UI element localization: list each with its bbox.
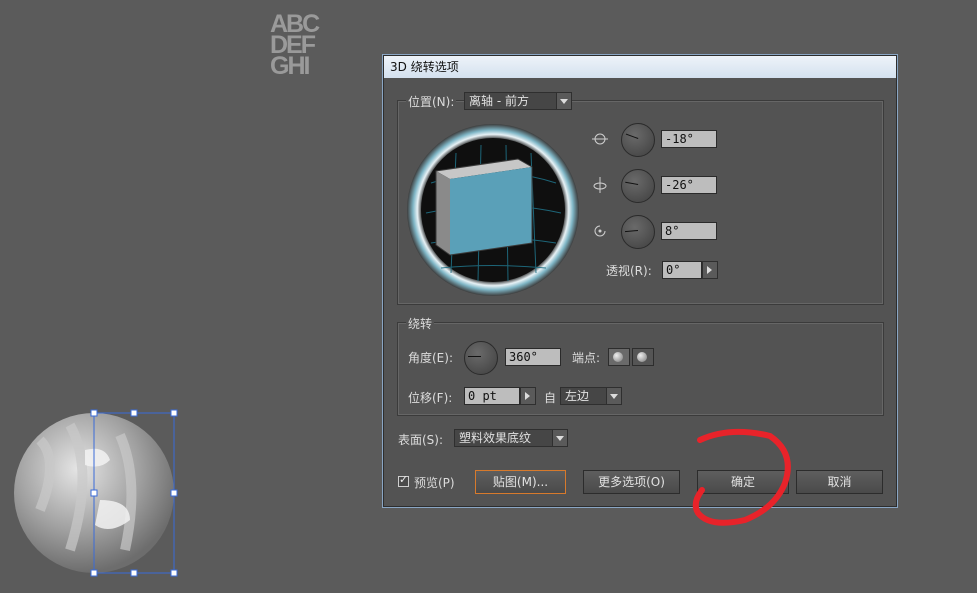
map-art-button[interactable]: 贴图(M)... (475, 470, 566, 494)
revolved-sphere-preview (14, 409, 178, 577)
dial-hand (625, 181, 639, 185)
from-select-value: 左边 (565, 389, 590, 403)
y-axis-rotation-icon (593, 177, 607, 193)
z-rotation-dial[interactable] (621, 215, 655, 249)
dial-hand (625, 133, 639, 139)
cap-label: 端点: (572, 351, 601, 365)
red-annotation-mark (692, 428, 791, 526)
position-label: 位置(N): (406, 93, 457, 110)
dial-hand (624, 230, 638, 233)
3d-revolve-options-dialog: 3D 绕转选项 位置(N): 离轴 - 前方 -18° -26° 8° 透视(R… (383, 55, 897, 507)
offset-label: 位移(F): (408, 391, 453, 405)
chevron-down-icon (552, 430, 567, 446)
surface-select-value: 塑料效果底纹 (459, 431, 532, 445)
chevron-right-icon (702, 262, 717, 278)
x-axis-rotation-icon (592, 133, 608, 145)
x-rotation-dial[interactable] (621, 123, 655, 157)
offset-field[interactable]: 0 pt (464, 387, 520, 405)
chevron-down-icon (606, 388, 621, 404)
offset-slider-button[interactable] (520, 387, 536, 405)
x-rotation-field[interactable]: -18° (661, 130, 717, 148)
angle-field[interactable]: 360° (505, 348, 561, 366)
revolve-section-label: 绕转 (406, 315, 435, 332)
chevron-down-icon (556, 93, 571, 109)
angle-label: 角度(E): (408, 351, 453, 365)
from-label: 自 (544, 391, 557, 405)
z-rotation-field[interactable]: 8° (661, 222, 717, 240)
preview-label[interactable]: 预览(P) (414, 474, 455, 491)
surface-label: 表面(S): (398, 433, 444, 447)
artwork-line-3: GHI (270, 52, 310, 80)
y-rotation-field[interactable]: -26° (661, 176, 717, 194)
chevron-right-icon (520, 388, 535, 404)
perspective-slider-button[interactable] (702, 261, 718, 279)
surface-select[interactable]: 塑料效果底纹 (454, 429, 568, 447)
y-rotation-dial[interactable] (621, 169, 655, 203)
dial-hand (468, 356, 481, 357)
dialog-title[interactable]: 3D 绕转选项 (384, 56, 896, 78)
track-cube-widget[interactable] (406, 123, 580, 297)
abc-text-artwork: ABC DEF GHI (270, 12, 370, 80)
position-select[interactable]: 离轴 - 前方 (464, 92, 572, 110)
cancel-button[interactable]: 取消 (796, 470, 883, 494)
cap-on-button[interactable] (608, 348, 630, 366)
preview-checkbox[interactable] (398, 473, 409, 487)
more-options-button[interactable]: 更多选项(O) (583, 470, 680, 494)
angle-dial[interactable] (464, 341, 498, 375)
cap-off-button[interactable] (632, 348, 654, 366)
perspective-label: 透视(R): (606, 264, 652, 278)
from-select[interactable]: 左边 (560, 387, 622, 405)
z-axis-rotation-icon (594, 225, 606, 237)
perspective-field[interactable]: 0° (662, 261, 702, 279)
position-select-value: 离轴 - 前方 (469, 94, 529, 108)
